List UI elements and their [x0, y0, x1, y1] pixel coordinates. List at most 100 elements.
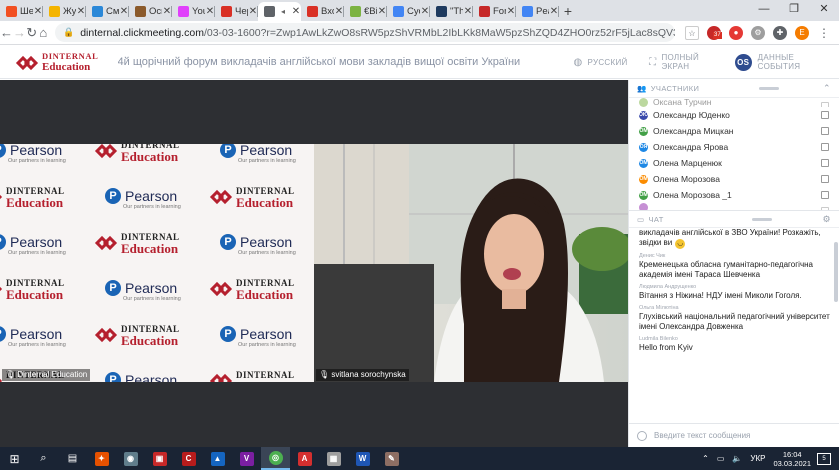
participant-row[interactable]: ОМ Олена Марценюк [629, 155, 839, 171]
browser-tab[interactable]: ◂ ✕ [258, 2, 301, 21]
minimize-button[interactable]: — [749, 0, 779, 21]
home-icon[interactable]: ⌂ [38, 25, 50, 40]
profile-avatar-icon[interactable]: E [795, 25, 809, 40]
new-tab-button[interactable]: + [559, 2, 577, 21]
participant-name: Олена Морозова [653, 174, 720, 184]
chevron-icon[interactable]: ⌃ [823, 83, 831, 94]
taskbar-chrome[interactable]: ◎ [261, 447, 290, 470]
chat-author: Ludmila Bilenko [639, 336, 678, 342]
browser-tab[interactable]: Youi✕ [172, 2, 215, 21]
settings-gear-icon[interactable]: ⚙ [751, 25, 765, 40]
browser-tab[interactable]: Foru✕ [473, 2, 516, 21]
taskbar-app[interactable]: C [174, 447, 203, 470]
search-button[interactable]: ⌕ [29, 447, 58, 470]
video-tile-speaker[interactable]: 🎙 svitlana sorochynska [314, 144, 628, 382]
tab-close-icon[interactable]: ✕ [205, 6, 215, 17]
video-tile-dinternal[interactable]: PPearsonOur partners in learningDINTERNA… [0, 144, 314, 382]
taskbar-app[interactable]: A [290, 447, 319, 470]
network-icon[interactable]: ▭ [717, 454, 725, 463]
participants-header[interactable]: 👥 УЧАСТНИКИ ⌃ [629, 80, 839, 98]
settings-gear-icon[interactable]: ⚙ [823, 214, 831, 225]
tray-chevron-icon[interactable]: ⌃ [702, 454, 709, 463]
participant-row[interactable]: ОЮ Олександр Юденко [629, 107, 839, 123]
back-icon[interactable]: ← [0, 25, 13, 40]
taskbar-app[interactable]: ▦ [319, 447, 348, 470]
chat-input[interactable]: Введите текст сообщения [629, 423, 839, 447]
backdrop-pearson-logo: P PearsonOur partners in learning [220, 144, 296, 164]
reload-icon[interactable]: ↻ [26, 25, 38, 41]
event-data-button[interactable]: OS ДАННЫЕ СОБЫТИЯ [734, 53, 839, 71]
backdrop-pearson-word: Pearson [240, 326, 293, 342]
browser-tab[interactable]: Шер✕ [0, 2, 43, 21]
participant-row[interactable]: ОЯ Олександра Ярова [629, 139, 839, 155]
start-button[interactable]: ⊞ [0, 447, 29, 470]
bookmark-star-icon[interactable]: ☆ [685, 25, 699, 40]
browser-tab[interactable]: Жур✕ [43, 2, 86, 21]
tab-close-icon[interactable]: ✕ [377, 6, 387, 17]
forward-icon[interactable]: → [13, 25, 26, 40]
adblock-icon[interactable]: ● [729, 25, 743, 40]
menu-dots-icon[interactable]: ⋮ [817, 26, 831, 40]
participant-row[interactable]: Оксана Турчин [629, 98, 839, 107]
pearson-p-icon: P [0, 234, 6, 250]
fullscreen-button[interactable]: ⛶ ПОЛНЫЙ ЭКРАН [649, 53, 729, 71]
puzzle-icon[interactable]: ✚ [773, 25, 787, 40]
chat-scrollbar[interactable] [834, 242, 838, 302]
resize-handle[interactable] [759, 87, 780, 90]
language-button[interactable]: ◍ РУССКИЙ [573, 57, 643, 68]
browser-tab[interactable]: Чер✕ [215, 2, 258, 21]
tab-close-icon[interactable]: ✕ [119, 6, 129, 17]
tab-close-icon[interactable]: ✕ [162, 6, 172, 17]
browser-tab[interactable]: €Bil✕ [344, 2, 387, 21]
clock[interactable]: 16:04 03.03.2021 [773, 450, 811, 468]
tab-close-icon[interactable]: ✕ [334, 6, 344, 17]
browser-tab[interactable]: Осв✕ [129, 2, 172, 21]
notifications-icon[interactable]: 5 [817, 452, 831, 465]
emoji-icon[interactable] [637, 430, 647, 441]
chat-message: Денис Чик Кременецька обласна гуманітарно… [639, 253, 833, 280]
tile-label: 🎙 Dinternal Education [2, 369, 91, 381]
tab-close-icon[interactable]: ✕ [291, 6, 301, 17]
participant-avatar: ОМ [639, 126, 648, 136]
chat-title: ЧАТ [648, 214, 664, 224]
tab-close-icon[interactable]: ✕ [506, 6, 516, 17]
taskbar-app[interactable]: ✦ [87, 447, 116, 470]
participant-row[interactable] [629, 203, 839, 210]
address-bar[interactable]: 🔒 dinternal.clickmeeting.com/03-03-1600?… [55, 23, 675, 42]
tab-close-icon[interactable]: ✕ [420, 6, 430, 17]
chat-author: Денис Чик [639, 253, 666, 259]
taskbar-app[interactable]: ◉ [116, 447, 145, 470]
resize-handle[interactable] [751, 217, 772, 221]
language-label: РУССКИЙ [587, 57, 628, 67]
chat-header[interactable]: ▭ ЧАТ ⚙ [629, 210, 839, 228]
browser-tab[interactable]: Вхо✕ [301, 2, 344, 21]
taskbar-app[interactable]: ✎ [377, 447, 406, 470]
browser-tab[interactable]: Pea✕ [516, 2, 559, 21]
chat-text: Hello from Kyiv [639, 343, 693, 352]
participant-row[interactable]: ОМ Олена Морозова [629, 171, 839, 187]
task-view-button[interactable]: ▤ [58, 447, 87, 470]
windows-icon: ⊞ [9, 451, 20, 466]
maximize-button[interactable]: ❐ [779, 0, 809, 21]
close-window-button[interactable]: ✕ [809, 0, 839, 21]
backdrop-pearson-sub: Our partners in learning [238, 158, 296, 164]
tab-favicon-icon [264, 6, 275, 17]
browser-tab[interactable]: Сус✕ [387, 2, 430, 21]
tab-close-icon[interactable]: ✕ [248, 6, 258, 17]
extension-icon[interactable]: 37 [707, 25, 722, 40]
participant-row[interactable]: ОМ Олена Морозова _1 [629, 187, 839, 203]
tab-close-icon[interactable]: ✕ [549, 6, 559, 17]
browser-tab[interactable]: "The✕ [430, 2, 473, 21]
tab-close-icon[interactable]: ✕ [33, 6, 43, 17]
taskbar-word[interactable]: W [348, 447, 377, 470]
participant-row[interactable]: ОМ Олександра Мицкан [629, 123, 839, 139]
input-language[interactable]: УКР [750, 454, 765, 463]
volume-icon[interactable]: 🔈 [732, 454, 742, 463]
browser-tab[interactable]: Смс✕ [86, 2, 129, 21]
tile-label: 🎙 svitlana sorochynska [316, 369, 409, 381]
tab-close-icon[interactable]: ✕ [76, 6, 86, 17]
taskbar-app[interactable]: V [232, 447, 261, 470]
tab-close-icon[interactable]: ✕ [463, 6, 473, 17]
taskbar-app[interactable]: ▲ [203, 447, 232, 470]
taskbar-app[interactable]: ▣ [145, 447, 174, 470]
